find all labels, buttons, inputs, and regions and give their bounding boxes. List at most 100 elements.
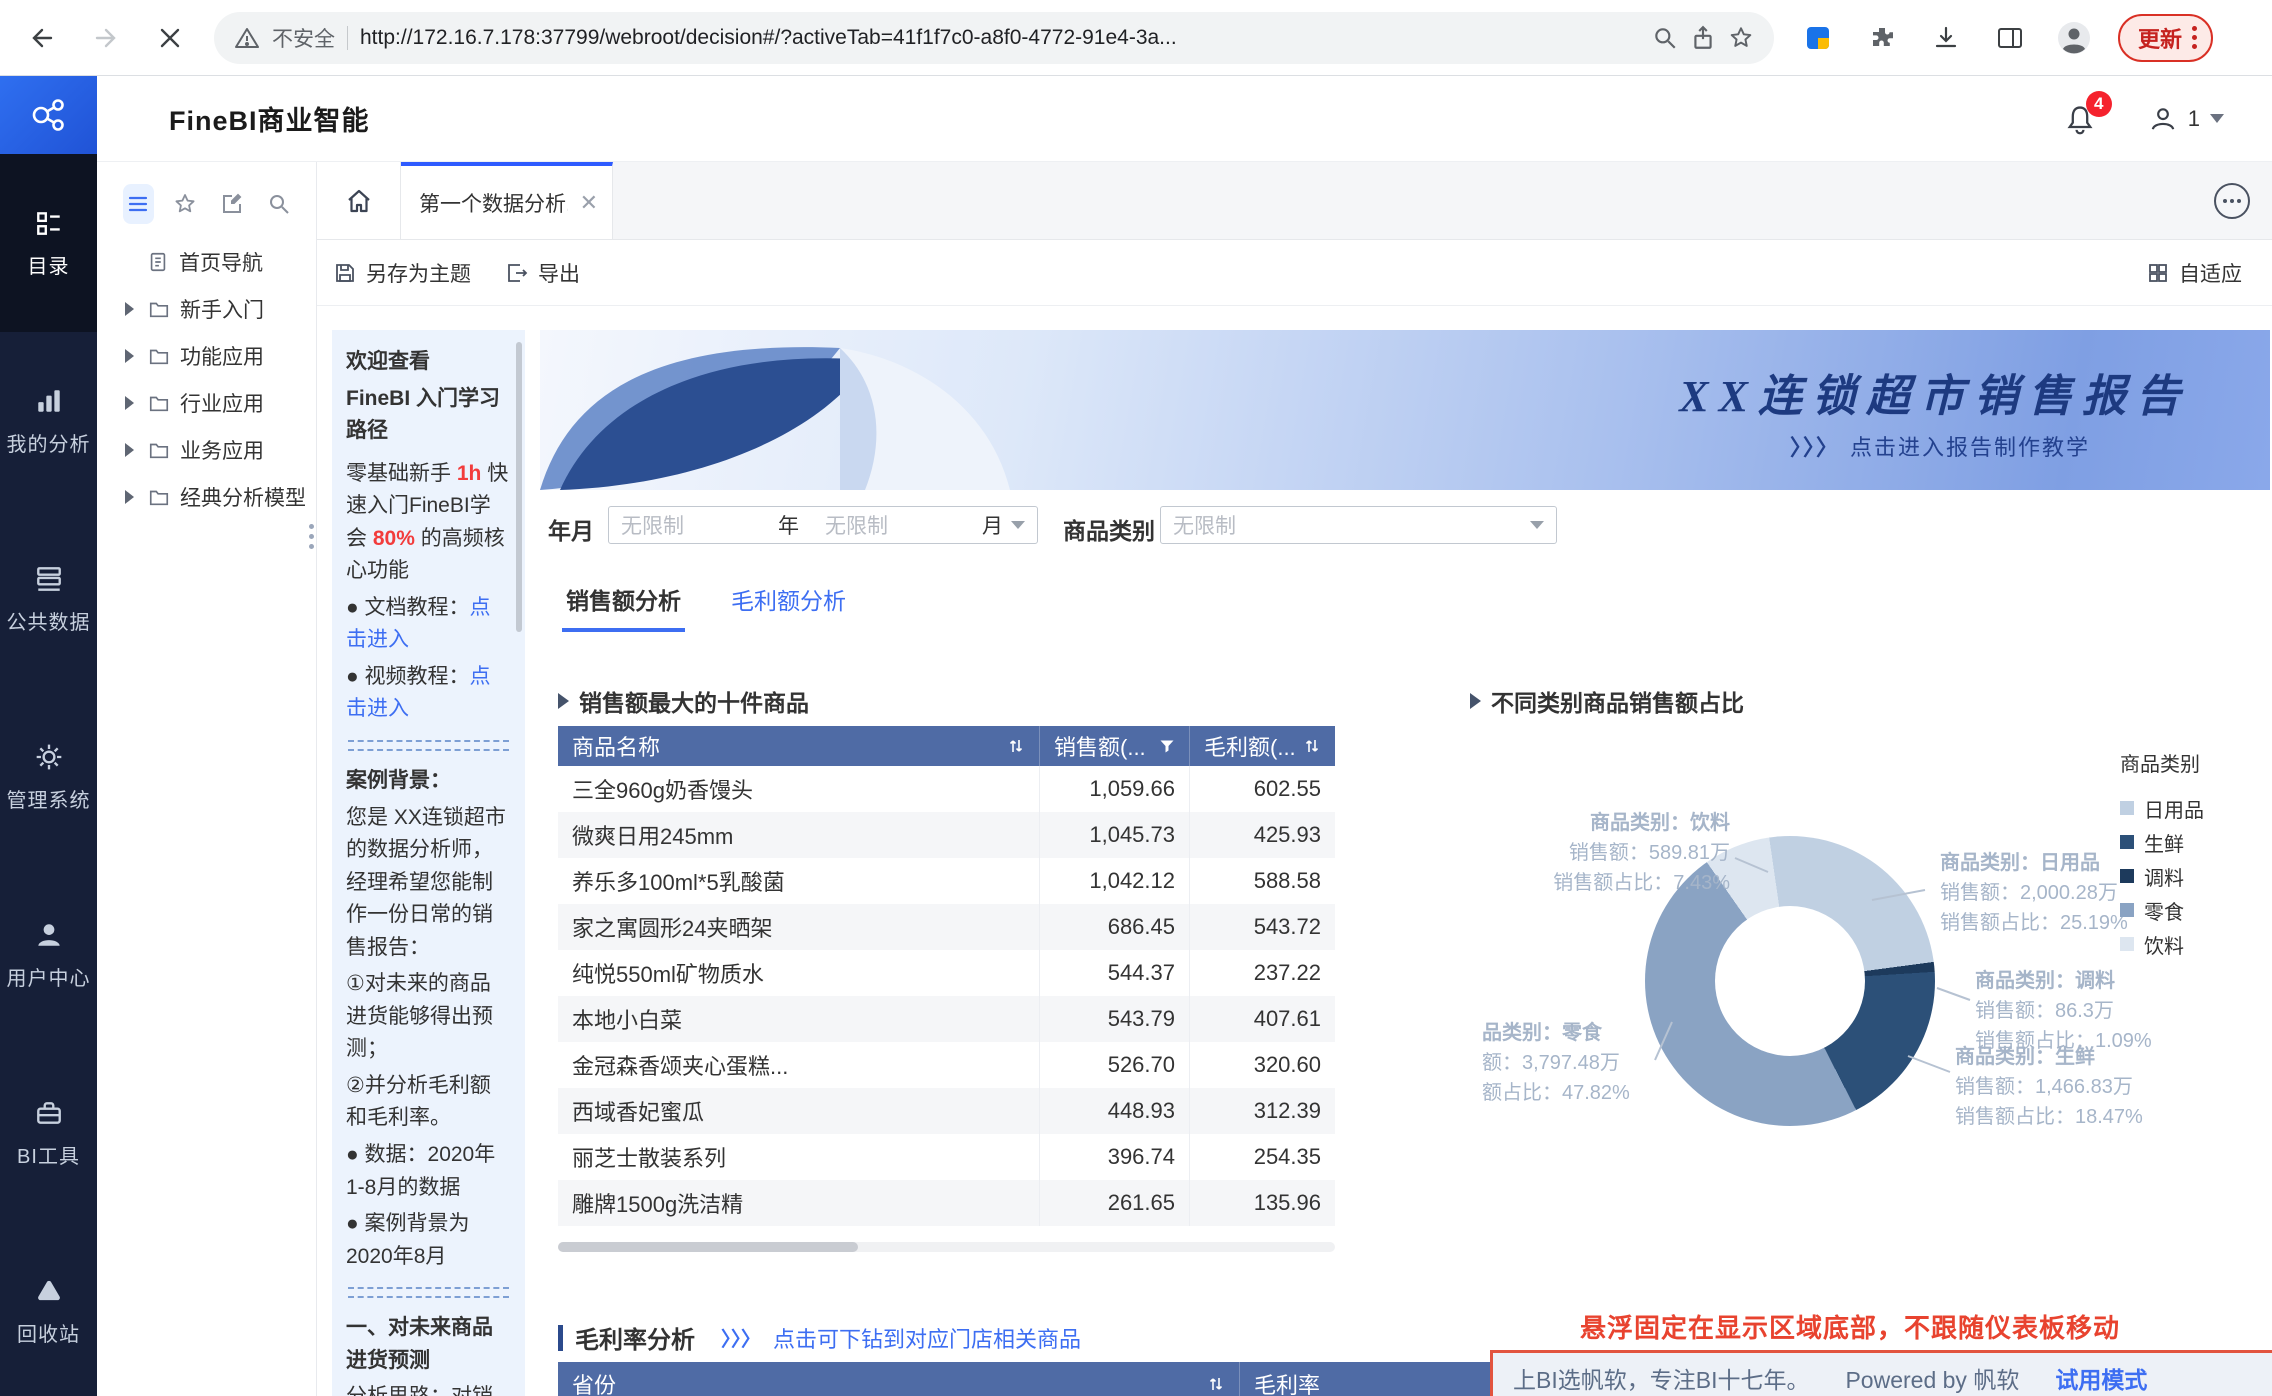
sidebar-item-my-analysis[interactable]: 我的分析 (0, 332, 97, 510)
tab-first-analysis[interactable]: 第一个数据分析... ✕ (401, 162, 613, 239)
caret-right-icon[interactable] (125, 302, 134, 316)
browser-stop-icon[interactable] (150, 18, 190, 58)
browser-back-icon[interactable] (22, 18, 62, 58)
tab-sales-analysis[interactable]: 销售额分析 (562, 578, 685, 632)
drill-down-link[interactable]: 点击可下钻到对应门店相关商品 (773, 1322, 1081, 1354)
trial-mode-link[interactable]: 试用模式 (2055, 1361, 2147, 1395)
sidebar-item-admin[interactable]: 管理系统 (0, 688, 97, 866)
table-row[interactable]: 西域香妃蜜瓜448.93312.39 (558, 1088, 1335, 1134)
filter-funnel-icon[interactable] (1159, 738, 1175, 754)
notifications-button[interactable]: 4 (2064, 103, 2096, 135)
directory-folder-getting-started[interactable]: 新手入门 (97, 285, 316, 332)
sort-icon[interactable] (1007, 737, 1025, 755)
directory-folder-industry[interactable]: 行业应用 (97, 379, 316, 426)
category-filter[interactable]: 无限制 (1160, 506, 1557, 544)
caret-right-icon[interactable] (125, 490, 134, 504)
table-row[interactable]: 微爽日用245mm1,045.73425.93 (558, 812, 1335, 858)
sheet-tabs: 销售额分析 毛利额分析 (540, 578, 850, 624)
bookmark-star-icon[interactable] (1728, 25, 1754, 51)
table-row[interactable]: 养乐多100ml*5乳酸菌1,042.12588.58 (558, 858, 1335, 904)
user-icon (2148, 104, 2178, 134)
profit-table-header: 省份 毛利率 (558, 1362, 1540, 1396)
favorites-star-icon[interactable] (170, 184, 201, 224)
sidebar-item-public-data[interactable]: 公共数据 (0, 510, 97, 688)
user-menu[interactable]: 1 (2148, 104, 2224, 134)
sidebar-item-recycle-bin[interactable]: 回收站 (0, 1222, 97, 1396)
sidebar-item-catalog[interactable]: 目录 (0, 154, 97, 332)
column-header-sales[interactable]: 销售额(... (1040, 726, 1190, 766)
directory-folder-business[interactable]: 业务应用 (97, 426, 316, 473)
legend-swatch (2120, 937, 2134, 951)
chrome-update-button[interactable]: 更新 (2118, 14, 2213, 62)
column-header-product[interactable]: 商品名称 (558, 726, 1040, 766)
collapse-triangle-icon[interactable] (558, 693, 569, 709)
downloads-icon[interactable] (1926, 18, 1966, 58)
table-row[interactable]: 纯悦550ml矿物质水544.37237.22 (558, 950, 1335, 996)
export-button[interactable]: 导出 (505, 258, 580, 288)
recycle-icon (34, 1276, 64, 1306)
directory-folder-classic-models[interactable]: 经典分析模型 (97, 473, 316, 520)
browser-menu-icon[interactable] (2192, 26, 2197, 49)
legend-item[interactable]: 调料 (2120, 859, 2204, 893)
extensions-puzzle-icon[interactable] (1862, 18, 1902, 58)
extension-colored-icon[interactable] (1798, 18, 1838, 58)
tab-more-icon[interactable] (2214, 183, 2250, 219)
report-banner: XX连锁超市销售报告 〉〉〉 点击进入报告制作教学 (540, 330, 2270, 490)
sort-icon[interactable] (1207, 1375, 1225, 1393)
callout-fresh: 商品类别：生鲜 销售额：1,466.83万 销售额占比：18.47% (1955, 1042, 2143, 1132)
sales-table-header: 商品名称 销售额(... 毛利额(... (558, 726, 1335, 766)
table-row[interactable]: 三全960g奶香馒头1,059.66602.55 (558, 766, 1335, 812)
app-title: FineBI商业智能 (169, 99, 370, 138)
legend-item[interactable]: 生鲜 (2120, 825, 2204, 859)
folder-icon (148, 439, 170, 461)
collapse-triangle-icon[interactable] (1470, 693, 1481, 709)
table-row[interactable]: 家之寓圆形24夹晒架686.45543.72 (558, 904, 1335, 950)
column-header-profit[interactable]: 毛利额(... (1190, 726, 1335, 766)
table-row[interactable]: 金冠森香颂夹心蛋糕...526.70320.60 (558, 1042, 1335, 1088)
tab-profit-analysis[interactable]: 毛利额分析 (727, 578, 850, 628)
share-icon[interactable] (1690, 25, 1716, 51)
caret-right-icon[interactable] (125, 396, 134, 410)
caret-right-icon[interactable] (125, 443, 134, 457)
dashed-divider (346, 740, 511, 751)
list-view-icon[interactable] (123, 184, 154, 224)
person-icon (34, 920, 64, 950)
directory-item-home[interactable]: 首页导航 (97, 238, 316, 285)
column-header-province[interactable]: 省份 (558, 1362, 1240, 1396)
sidebar-item-bi-tools[interactable]: BI工具 (0, 1044, 97, 1222)
directory-search-icon[interactable] (263, 184, 294, 224)
year-month-filter[interactable]: 无限制 年 无限制 月 (608, 506, 1038, 544)
catalog-icon (34, 208, 64, 238)
legend-item[interactable]: 零食 (2120, 893, 2204, 927)
table-horizontal-scrollbar[interactable] (558, 1242, 1335, 1252)
home-tab[interactable] (317, 162, 401, 239)
search-icon[interactable] (1652, 25, 1678, 51)
browser-profile-avatar[interactable] (2054, 18, 2094, 58)
learning-panel-scrollbar[interactable] (516, 342, 522, 632)
table-row[interactable]: 本地小白菜543.79407.61 (558, 996, 1335, 1042)
intro-text: 零基础新手 1h 快速入门FineBI学会 80% 的高频核心功能 (346, 458, 511, 588)
close-tab-icon[interactable]: ✕ (580, 192, 598, 214)
legend-swatch (2120, 903, 2134, 917)
legend-item[interactable]: 饮料 (2120, 927, 2204, 961)
table-row[interactable]: 丽芝士散装系列396.74254.35 (558, 1134, 1335, 1180)
callout-beverage: 商品类别：饮料 销售额：589.81万 销售额占比：7.43% (1540, 808, 1730, 898)
banner-cta-link[interactable]: 〉〉〉 点击进入报告制作教学 (1790, 430, 2090, 462)
legend-item[interactable]: 日用品 (2120, 791, 2204, 825)
browser-forward-icon[interactable] (86, 18, 126, 58)
address-bar[interactable]: 不安全 http://172.16.7.178:37799/webroot/de… (214, 12, 1774, 64)
fit-mode-button[interactable]: 自适应 (2146, 258, 2242, 288)
dashboard-toolbar: 另存为主题 导出 自适应 (317, 240, 2272, 306)
app-header: FineBI商业智能 4 1 (97, 76, 2272, 162)
save-as-theme-button[interactable]: 另存为主题 (333, 258, 471, 288)
table-row[interactable]: 雕牌1500g洗洁精261.65135.96 (558, 1180, 1335, 1226)
finebi-logo[interactable] (0, 76, 97, 154)
sort-icon[interactable] (1303, 737, 1321, 755)
side-panel-icon[interactable] (1990, 18, 2030, 58)
caret-right-icon[interactable] (125, 349, 134, 363)
filter-row: 年月 无限制 年 无限制 月 商品类别 无限制 (540, 506, 2270, 546)
directory-folder-features[interactable]: 功能应用 (97, 332, 316, 379)
sidebar-item-user-center[interactable]: 用户中心 (0, 866, 97, 1044)
new-edit-icon[interactable] (217, 184, 248, 224)
triple-arrow-icon: 〉〉〉 (721, 1323, 761, 1352)
